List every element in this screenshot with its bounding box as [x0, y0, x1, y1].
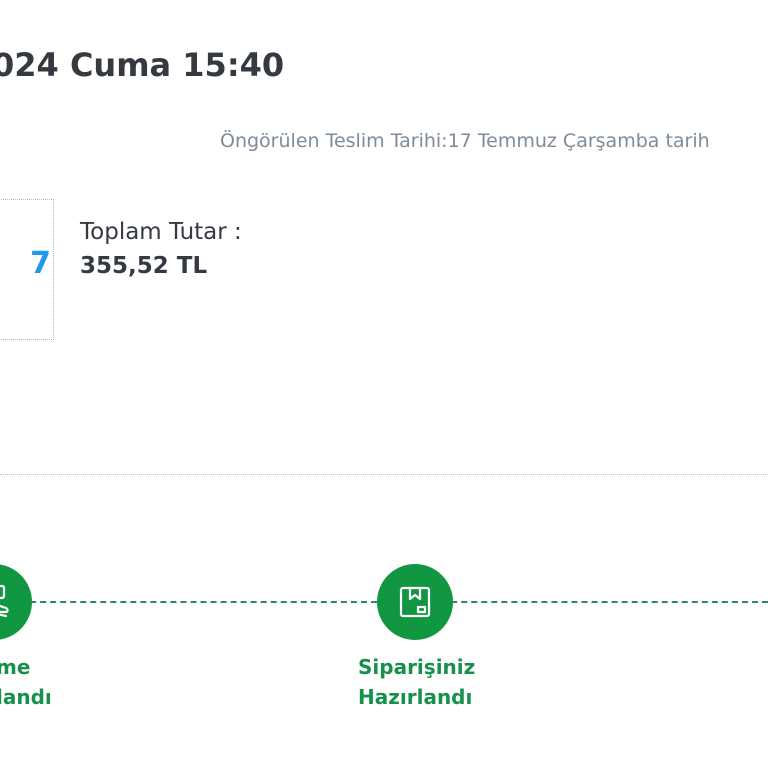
product-thumbnail-text: 7: [30, 246, 51, 281]
timeline-step-prepared: [377, 564, 453, 640]
timeline-step-payment-line2: landı: [0, 685, 52, 709]
total-amount-value: 355,52 TL: [80, 253, 208, 279]
timeline-step-prepared-line1: Siparişiniz: [358, 655, 476, 679]
order-date-heading: 024 Cuma 15:40: [0, 46, 285, 84]
package-icon: [399, 586, 431, 618]
timeline-step-payment-line1: me: [0, 655, 31, 679]
product-thumbnail[interactable]: 7: [0, 199, 54, 340]
timeline-step-prepared-label: Siparişiniz Hazırlandı: [358, 652, 475, 712]
total-amount-label: Toplam Tutar :: [80, 219, 242, 245]
timeline-step-prepared-line2: Hazırlandı: [358, 685, 473, 709]
order-detail-page: 024 Cuma 15:40 Öngörülen Teslim Tarihi:1…: [0, 0, 768, 768]
section-divider: [0, 474, 768, 475]
timeline-step-payment-label: me landı: [0, 652, 52, 712]
hand-card-icon: [0, 584, 9, 618]
estimated-delivery-text: Öngörülen Teslim Tarihi:17 Temmuz Çarşam…: [220, 130, 710, 152]
timeline-step-payment: [0, 564, 32, 640]
